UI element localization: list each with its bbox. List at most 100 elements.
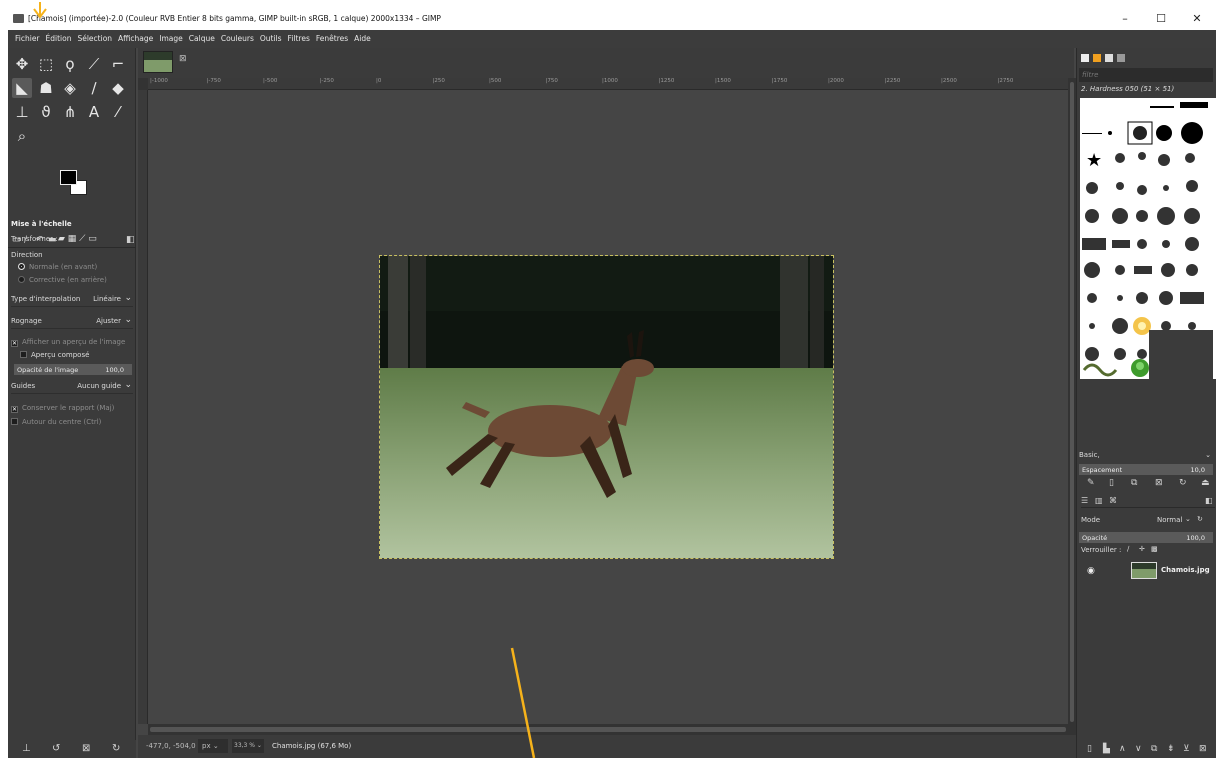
delete-layer-icon[interactable]: ⊠ bbox=[1199, 744, 1207, 754]
layer-opacity-slider[interactable]: Opacité 100,0 bbox=[1079, 532, 1213, 543]
duplicate-brush-icon[interactable]: ⧉ bbox=[1131, 478, 1137, 488]
paintbrush-tool-icon[interactable]: ∕ bbox=[84, 78, 104, 98]
delete-options-icon[interactable]: ⊠ bbox=[82, 743, 90, 754]
minimize-button[interactable]: – bbox=[1108, 8, 1142, 30]
new-layer-group-icon[interactable]: ▙ bbox=[1103, 744, 1110, 754]
ruler-tick-label: |750 bbox=[545, 78, 558, 84]
move-tool-icon[interactable]: ✥ bbox=[12, 54, 32, 74]
vertical-scrollbar[interactable] bbox=[1068, 78, 1076, 735]
zoom-selector[interactable]: 33,3 % ⌄ bbox=[232, 739, 264, 753]
close-button[interactable]: ✕ bbox=[1180, 8, 1214, 30]
chevron-down-icon: ⌄ bbox=[1185, 515, 1191, 523]
channels-tab-icon[interactable]: ▥ bbox=[1095, 496, 1103, 505]
eye-icon[interactable]: ◉ bbox=[1087, 566, 1095, 576]
menu-outils[interactable]: Outils bbox=[257, 30, 285, 48]
vertical-scroll-thumb[interactable] bbox=[1070, 82, 1074, 722]
reset-options-icon[interactable]: ↻ bbox=[112, 743, 120, 754]
around-center-checkbox[interactable]: Autour du centre (Ctrl) bbox=[11, 418, 101, 426]
warp-tool-icon[interactable]: ☗ bbox=[36, 78, 56, 98]
lock-position-icon[interactable]: ✛ bbox=[1139, 545, 1145, 553]
lock-pixels-icon[interactable]: ∕ bbox=[1127, 545, 1129, 553]
menu-calque[interactable]: Calque bbox=[186, 30, 218, 48]
brushes-tab-icon[interactable] bbox=[1081, 54, 1089, 62]
delete-brush-icon[interactable]: ⊠ bbox=[1155, 478, 1163, 488]
image-tab-thumbnail[interactable] bbox=[143, 51, 173, 73]
lock-alpha-icon[interactable]: ▩ bbox=[1151, 545, 1158, 553]
text-tool-icon[interactable]: A bbox=[84, 102, 104, 122]
unit-selector[interactable]: px ⌄ bbox=[198, 739, 228, 753]
chamois-image[interactable] bbox=[379, 255, 834, 559]
edit-brush-icon[interactable]: ✎ bbox=[1087, 478, 1095, 488]
paths-tab-icon[interactable]: ⌘ bbox=[1109, 496, 1117, 505]
color-picker-tool-icon[interactable]: ⁄ bbox=[108, 102, 128, 122]
maximize-button[interactable]: ☐ bbox=[1144, 8, 1178, 30]
restore-options-icon[interactable]: ↺ bbox=[52, 743, 60, 754]
show-preview-checkbox[interactable]: ✕ Afficher un aperçu de l'image bbox=[11, 338, 125, 347]
direction-normal-radio[interactable]: Normale (en avant) bbox=[18, 263, 97, 271]
chevron-down-icon: ⌄ bbox=[256, 742, 262, 749]
document-history-tab-icon[interactable] bbox=[1117, 54, 1125, 62]
bucket-fill-tool-icon[interactable]: ◈ bbox=[60, 78, 80, 98]
layer-mode-combo[interactable]: Mode Normal ⌄ ↻ bbox=[1081, 515, 1215, 527]
open-brush-as-image-icon[interactable]: ⏏ bbox=[1201, 478, 1210, 488]
color-swatches[interactable] bbox=[60, 170, 90, 200]
fuzzy-select-tool-icon[interactable]: ⟋ bbox=[84, 54, 104, 74]
menu-fenetres[interactable]: Fenêtres bbox=[313, 30, 351, 48]
close-tab-icon[interactable]: ⊠ bbox=[179, 54, 187, 64]
clone-tool-icon[interactable]: ⊥ bbox=[12, 102, 32, 122]
layers-tab-icon[interactable]: ☰ bbox=[1081, 496, 1088, 505]
transform-layer-icon[interactable]: ▰ ▦ ⟋ ▭ bbox=[58, 234, 97, 244]
menu-aide[interactable]: Aide bbox=[351, 30, 374, 48]
horizontal-scroll-thumb[interactable] bbox=[150, 727, 1066, 732]
image-canvas[interactable] bbox=[149, 91, 1068, 723]
lower-layer-icon[interactable]: ∨ bbox=[1135, 744, 1142, 754]
layer-mode-reset-icon[interactable]: ↻ bbox=[1197, 515, 1203, 523]
layers-panel-menu-icon[interactable]: ◧ bbox=[1205, 496, 1213, 505]
raise-layer-icon[interactable]: ∧ bbox=[1119, 744, 1126, 754]
menu-couleurs[interactable]: Couleurs bbox=[218, 30, 257, 48]
vertical-ruler[interactable] bbox=[138, 90, 148, 724]
keep-ratio-checkbox[interactable]: ✕ Conserver le rapport (Maj) bbox=[11, 404, 114, 413]
rect-select-tool-icon[interactable]: ⬚ bbox=[36, 54, 56, 74]
chevron-down-icon: ⌄ bbox=[124, 293, 132, 303]
save-options-icon[interactable]: ⊥ bbox=[22, 743, 31, 754]
menu-filtres[interactable]: Filtres bbox=[285, 30, 313, 48]
clipping-combo[interactable]: Rognage Ajuster ⌄ bbox=[11, 314, 133, 329]
zoom-tool-icon[interactable]: ⌕ bbox=[12, 126, 32, 146]
menu-image[interactable]: Image bbox=[156, 30, 186, 48]
guides-combo[interactable]: Guides Aucun guide ⌄ bbox=[11, 379, 133, 394]
spacing-slider[interactable]: Espacement 10,0 bbox=[1079, 464, 1213, 475]
interpolation-combo[interactable]: Type d'interpolation Linéaire ⌄ bbox=[11, 292, 133, 307]
brush-filter-input[interactable]: filtre bbox=[1079, 68, 1213, 82]
patterns-tab-icon[interactable] bbox=[1093, 54, 1101, 62]
brush-preset-combo[interactable]: Basic, ⌄ bbox=[1079, 451, 1213, 463]
new-layer-icon[interactable]: ▯ bbox=[1087, 744, 1092, 754]
horizontal-ruler[interactable]: |-1000 |-750 |-500 |-250 |0 |250 |500 |750 |1000… bbox=[148, 78, 1068, 90]
panel-menu-icon[interactable]: ◧ bbox=[126, 235, 135, 245]
merge-layer-icon[interactable]: ⇟ bbox=[1167, 744, 1175, 754]
image-opacity-slider[interactable]: Opacité de l'image 100,0 bbox=[14, 364, 132, 375]
horizontal-scrollbar[interactable] bbox=[148, 724, 1068, 735]
transform-label: Transformer : bbox=[11, 235, 58, 243]
composite-preview-checkbox[interactable]: Aperçu composé bbox=[20, 351, 89, 359]
refresh-brushes-icon[interactable]: ↻ bbox=[1179, 478, 1187, 488]
menu-fichier[interactable]: Fichier bbox=[12, 30, 43, 48]
duplicate-layer-icon[interactable]: ⧉ bbox=[1151, 744, 1157, 754]
direction-corrective-radio[interactable]: Corrective (en arrière) bbox=[18, 276, 107, 284]
fonts-tab-icon[interactable] bbox=[1105, 54, 1113, 62]
scale-tool-icon[interactable]: ◣ bbox=[12, 78, 32, 98]
ruler-corner-icon[interactable] bbox=[138, 78, 148, 90]
new-brush-icon[interactable]: ▯ bbox=[1109, 478, 1114, 488]
mask-layer-icon[interactable]: ⊻ bbox=[1183, 744, 1190, 754]
smudge-tool-icon[interactable]: ϑ bbox=[36, 102, 56, 122]
menu-affichage[interactable]: Affichage bbox=[115, 30, 156, 48]
crop-tool-icon[interactable]: ⌐ bbox=[108, 54, 128, 74]
paths-tool-icon[interactable]: ⋔ bbox=[60, 102, 80, 122]
brushes-footer: ✎ ▯ ⧉ ⊠ ↻ ⏏ bbox=[1081, 478, 1215, 492]
lasso-tool-icon[interactable]: ϙ bbox=[60, 54, 80, 74]
foreground-color-swatch[interactable] bbox=[60, 170, 77, 185]
layer-item[interactable]: ◉ Chamois.jpg bbox=[1079, 561, 1213, 581]
menu-edition[interactable]: Édition bbox=[43, 30, 75, 48]
eraser-tool-icon[interactable]: ◆ bbox=[108, 78, 128, 98]
menu-selection[interactable]: Sélection bbox=[74, 30, 115, 48]
